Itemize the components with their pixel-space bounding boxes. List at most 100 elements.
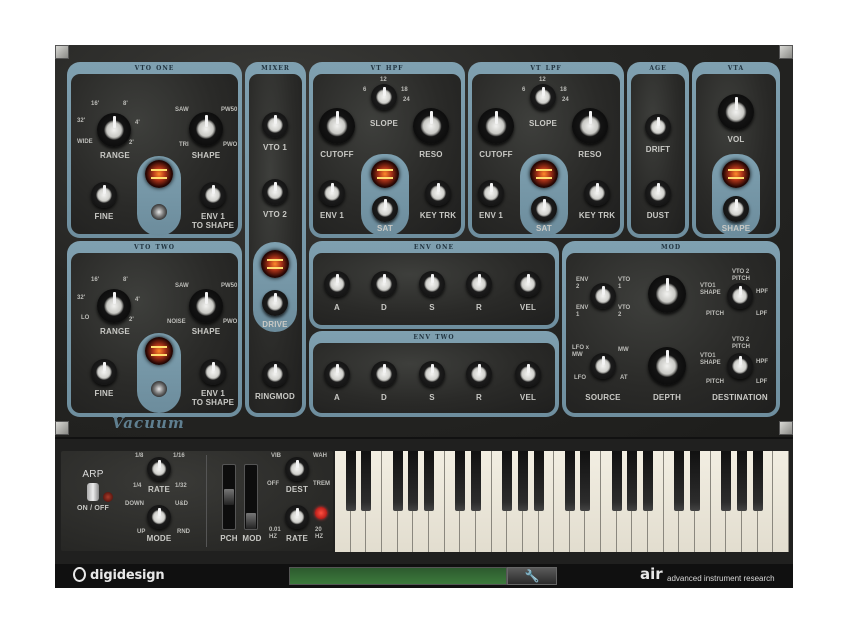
black-key[interactable]	[752, 451, 763, 511]
black-key[interactable]	[533, 451, 544, 511]
mod1-source-knob[interactable]	[590, 283, 616, 309]
white-key[interactable]	[773, 451, 789, 552]
env1-vel-knob[interactable]	[515, 271, 541, 297]
shape-label: SHAPE	[191, 151, 221, 160]
release-label: R	[476, 393, 482, 402]
vto2-shape-knob[interactable]	[189, 289, 223, 323]
vto2-env-shape-knob[interactable]	[200, 359, 226, 385]
mixer-vto2-knob[interactable]	[262, 179, 288, 205]
mod1-depth-knob[interactable]	[648, 275, 686, 313]
vta-tube-icon	[722, 160, 750, 188]
vto1-range-knob[interactable]	[97, 113, 131, 147]
black-key[interactable]	[408, 451, 419, 511]
lpf-sat-knob[interactable]	[531, 196, 557, 222]
vto1-shape-knob[interactable]	[189, 112, 223, 146]
black-key[interactable]	[643, 451, 654, 511]
mod-wheel[interactable]	[244, 464, 258, 530]
vto2-range-knob[interactable]	[97, 289, 131, 323]
src-opt: MW	[618, 347, 629, 353]
black-key[interactable]	[627, 451, 638, 511]
hpf-sat-knob[interactable]	[372, 196, 398, 222]
destination-label: DESTINATION	[712, 393, 768, 402]
env1-release-knob[interactable]	[466, 271, 492, 297]
piano-keyboard[interactable]	[335, 451, 789, 552]
age-section: Age DRIFT DUST	[627, 62, 689, 238]
lpf-slope-knob[interactable]	[530, 84, 556, 110]
hpf-env1-knob[interactable]	[319, 180, 345, 206]
arp-on-off-switch[interactable]	[87, 483, 99, 501]
lpf-env1-knob[interactable]	[478, 180, 504, 206]
env-to-shape-label: ENV 1 TO SHAPE	[191, 212, 235, 230]
black-key[interactable]	[611, 451, 622, 511]
lpf-keytrk-knob[interactable]	[584, 180, 610, 206]
preset-display[interactable]	[289, 567, 507, 585]
env2-decay-knob[interactable]	[371, 361, 397, 387]
depth-label: DEPTH	[652, 393, 682, 402]
lpf-reso-knob[interactable]	[572, 108, 608, 144]
ringmod-knob[interactable]	[262, 361, 288, 387]
lfo-rate-knob[interactable]	[285, 505, 309, 529]
mixer-section: Mixer VTO 1 VTO 2 DRIVE RINGMOD	[245, 62, 306, 417]
black-key[interactable]	[423, 451, 434, 511]
arp-mode-knob[interactable]	[147, 505, 171, 529]
lfo-dest-knob[interactable]	[285, 457, 309, 481]
env2-release-knob[interactable]	[466, 361, 492, 387]
black-key[interactable]	[721, 451, 732, 511]
lfo-rate-label: RATE	[286, 534, 308, 543]
black-key[interactable]	[690, 451, 701, 511]
section-title: Age	[649, 63, 667, 73]
arp-rate-label: RATE	[148, 485, 170, 494]
range-opt: 32'	[77, 118, 86, 124]
black-key[interactable]	[517, 451, 528, 511]
hpf-slope-knob[interactable]	[371, 84, 397, 110]
vto2-toggle[interactable]	[151, 381, 167, 397]
black-key[interactable]	[392, 451, 403, 511]
lpf-cutoff-knob[interactable]	[478, 108, 514, 144]
hpf-reso-knob[interactable]	[413, 108, 449, 144]
vto1-env-shape-knob[interactable]	[200, 182, 226, 208]
src-opt: ENV 2	[576, 277, 589, 290]
env2-attack-knob[interactable]	[324, 361, 350, 387]
section-title: Mixer	[261, 63, 290, 73]
shape-opt: NOISE	[167, 319, 186, 325]
sustain-label: S	[429, 393, 435, 402]
hpf-cutoff-knob[interactable]	[319, 108, 355, 144]
black-key[interactable]	[502, 451, 513, 511]
mod2-depth-knob[interactable]	[648, 347, 686, 385]
vto1-fine-knob[interactable]	[91, 182, 117, 208]
black-key[interactable]	[564, 451, 575, 511]
vto2-fine-knob[interactable]	[91, 359, 117, 385]
drift-knob[interactable]	[645, 114, 671, 140]
vta-shape-knob[interactable]	[723, 196, 749, 222]
black-key[interactable]	[674, 451, 685, 511]
mod2-destination-knob[interactable]	[727, 353, 753, 379]
black-key[interactable]	[361, 451, 372, 511]
env1-sustain-knob[interactable]	[419, 271, 445, 297]
black-key[interactable]	[470, 451, 481, 511]
mixer-vto1-knob[interactable]	[262, 112, 288, 138]
mod2-source-knob[interactable]	[590, 353, 616, 379]
dust-knob[interactable]	[645, 180, 671, 206]
arp-rate-knob[interactable]	[147, 457, 171, 481]
env1-decay-knob[interactable]	[371, 271, 397, 297]
env2-sustain-knob[interactable]	[419, 361, 445, 387]
attack-label: A	[334, 303, 340, 312]
black-key[interactable]	[455, 451, 466, 511]
env1-attack-knob[interactable]	[324, 271, 350, 297]
pitch-bend-wheel[interactable]	[222, 464, 236, 530]
shape-opt: TRI	[179, 142, 189, 148]
src-opt: VTO 1	[618, 277, 631, 290]
black-key[interactable]	[345, 451, 356, 511]
hpf-keytrk-knob[interactable]	[425, 180, 451, 206]
black-key[interactable]	[737, 451, 748, 511]
env2-vel-knob[interactable]	[515, 361, 541, 387]
drive-knob[interactable]	[262, 290, 288, 316]
vta-vol-knob[interactable]	[718, 94, 754, 130]
vto1-drive-toggle[interactable]	[151, 204, 167, 220]
wrench-icon[interactable]: 🔧	[507, 567, 557, 585]
mod1-destination-knob[interactable]	[727, 283, 753, 309]
slope-opt: 6	[363, 87, 367, 93]
src-opt: ENV 1	[576, 305, 589, 318]
black-key[interactable]	[580, 451, 591, 511]
src-opt: LFO	[574, 375, 586, 381]
